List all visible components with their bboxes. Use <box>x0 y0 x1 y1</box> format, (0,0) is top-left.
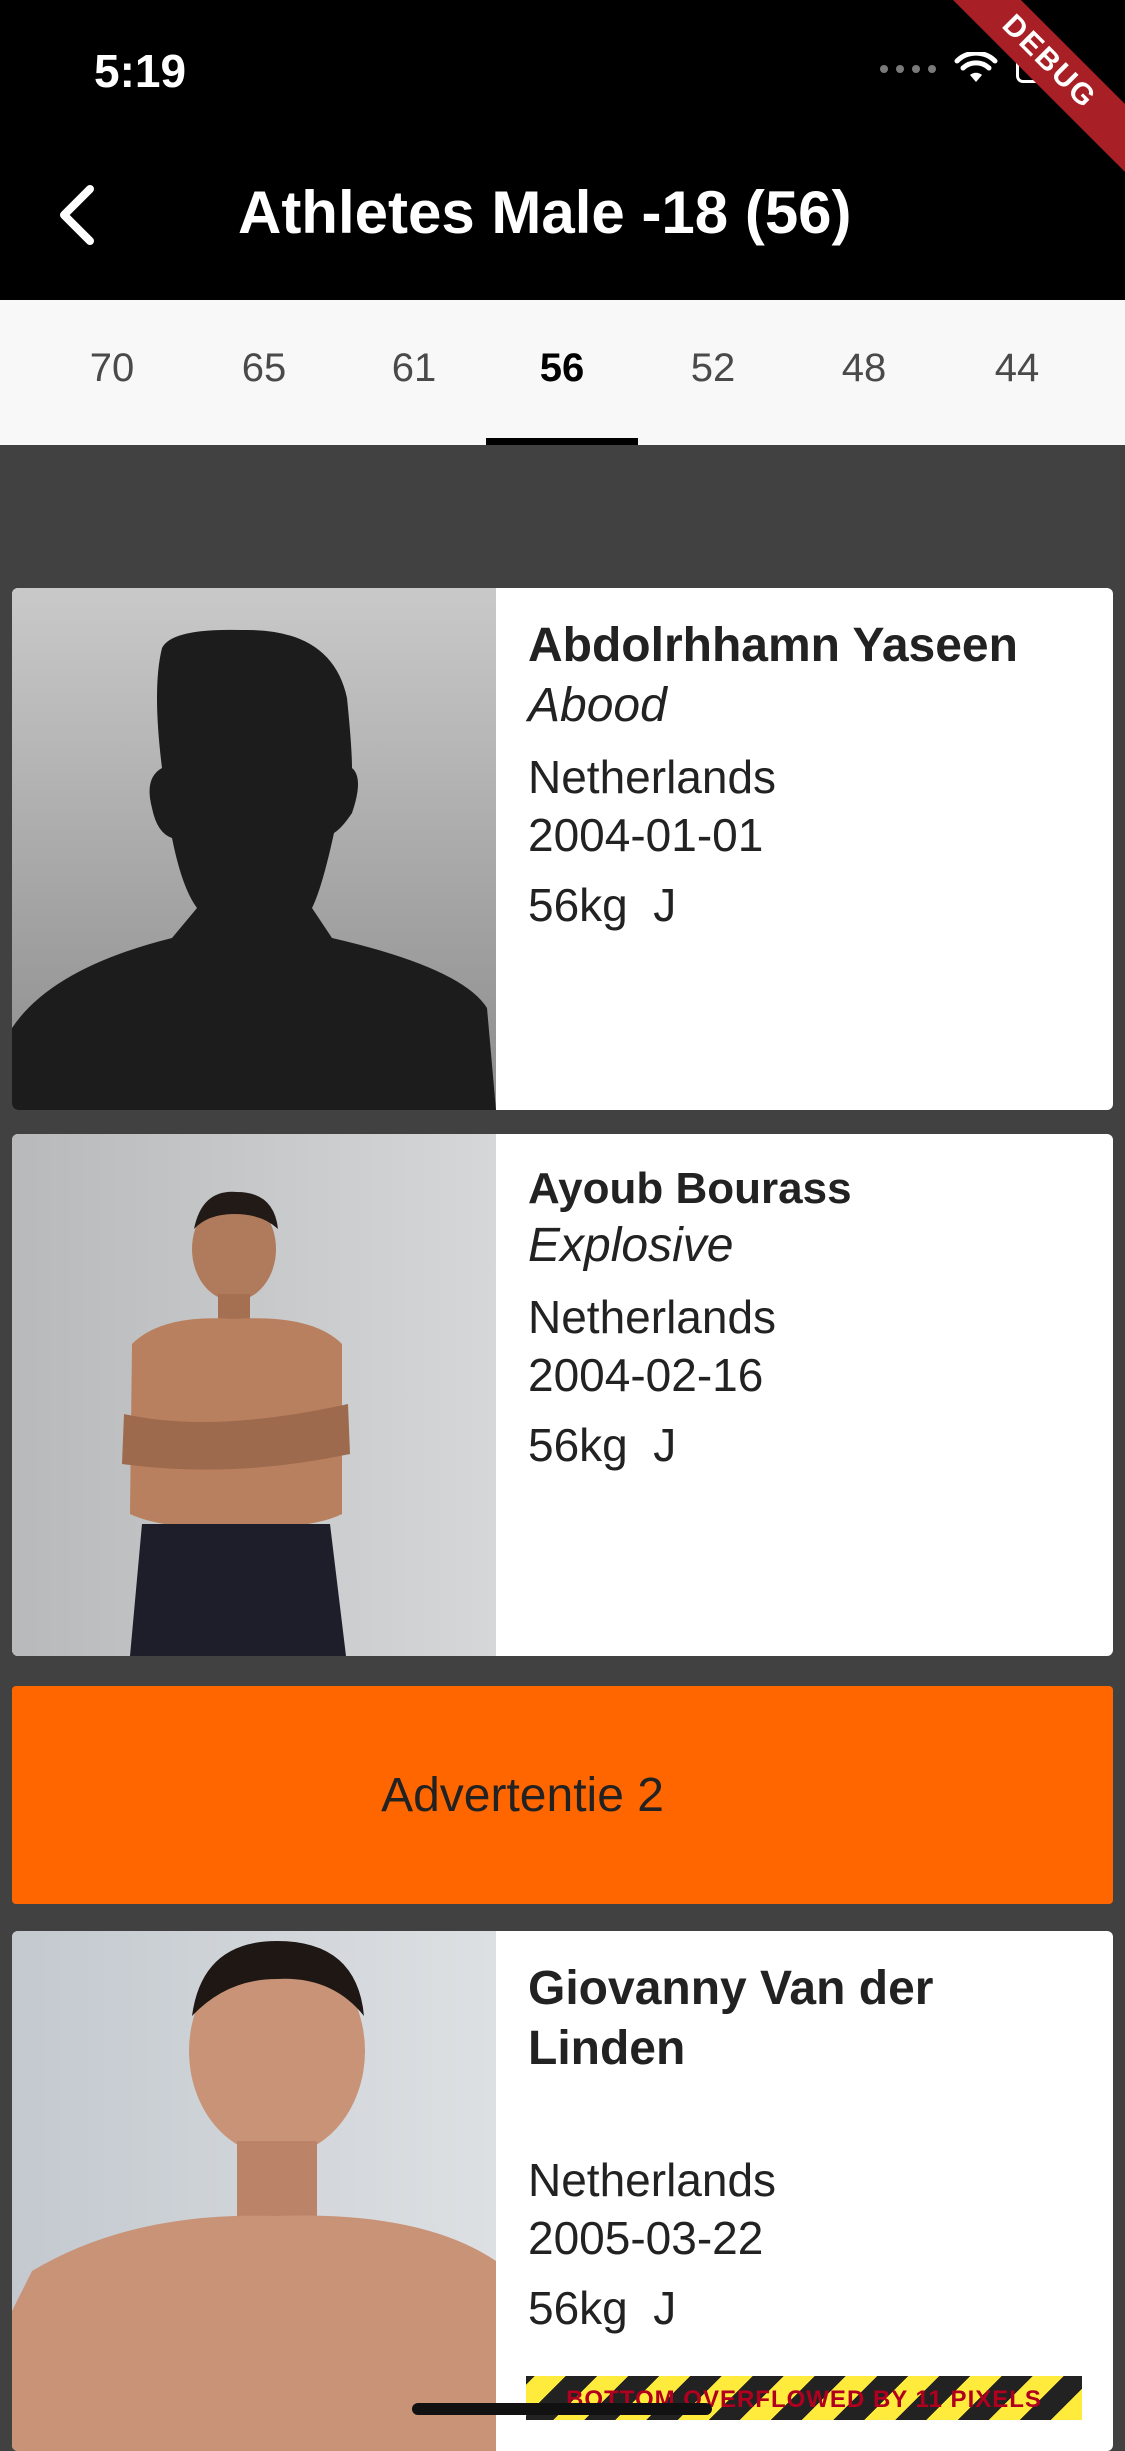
athlete-name: Ayoub Bourass <box>528 1164 852 1213</box>
tab-52[interactable]: 52 <box>637 300 789 445</box>
ad-label: Advertentie 2 <box>381 1768 664 1822</box>
status-time: 5:19 <box>94 45 187 97</box>
athlete-name: Abdolrhhamn Yaseen <box>528 619 1018 672</box>
athlete-nickname: Abood <box>528 679 667 732</box>
athlete-card[interactable]: Ayoub Bourass Explosive Netherlands 2004… <box>12 1134 1113 1656</box>
page-title: Athletes Male -18 (56) <box>238 179 852 246</box>
athlete-photo <box>12 1931 496 2451</box>
athlete-country: Netherlands <box>528 751 777 803</box>
athlete-weight: 56kg J <box>528 1419 677 1471</box>
athlete-weight: 56kg J <box>528 879 677 931</box>
athlete-nickname <box>528 2079 1098 2139</box>
tab-48[interactable]: 48 <box>788 300 940 445</box>
tab-61[interactable]: 61 <box>338 300 490 445</box>
athlete-dob: 2005-03-22 <box>528 2212 764 2264</box>
back-button[interactable] <box>54 180 114 250</box>
signal-icon <box>880 65 936 73</box>
top-bar: 5:19 DEBUG Athletes Male -18 (56) <box>0 0 1125 300</box>
tab-44[interactable]: 44 <box>941 300 1093 445</box>
tab-indicator <box>486 438 638 445</box>
tab-65[interactable]: 65 <box>188 300 340 445</box>
athlete-photo <box>12 1134 496 1656</box>
athlete-photo-placeholder <box>12 588 496 1110</box>
tab-70[interactable]: 70 <box>36 300 188 445</box>
chevron-left-icon <box>60 185 94 245</box>
home-indicator[interactable] <box>412 2403 712 2415</box>
tab-56[interactable]: 56 <box>486 300 638 445</box>
athlete-info: Ayoub Bourass Explosive Netherlands 2004… <box>528 1162 1098 1474</box>
athlete-dob: 2004-01-01 <box>528 809 764 861</box>
athlete-card[interactable]: Giovanny Van der Linden Netherlands 2005… <box>12 1931 1113 2451</box>
athlete-info: Abdolrhhamn Yaseen Abood Netherlands 200… <box>528 616 1098 934</box>
athlete-country: Netherlands <box>528 2154 777 2206</box>
wifi-icon <box>954 52 998 82</box>
athlete-nickname: Explosive <box>528 1219 734 1272</box>
athlete-name: Giovanny Van der Linden <box>528 1962 934 2075</box>
athlete-weight: 56kg J <box>528 2282 677 2334</box>
advertisement-banner[interactable]: Advertentie 2 <box>12 1686 1113 1904</box>
athlete-dob: 2004-02-16 <box>528 1349 764 1401</box>
athlete-info: Giovanny Van der Linden Netherlands 2005… <box>528 1959 1098 2337</box>
weight-class-tabs: 70 65 61 56 52 48 44 <box>0 300 1125 445</box>
athlete-country: Netherlands <box>528 1291 777 1343</box>
athlete-card[interactable]: Abdolrhhamn Yaseen Abood Netherlands 200… <box>12 588 1113 1110</box>
